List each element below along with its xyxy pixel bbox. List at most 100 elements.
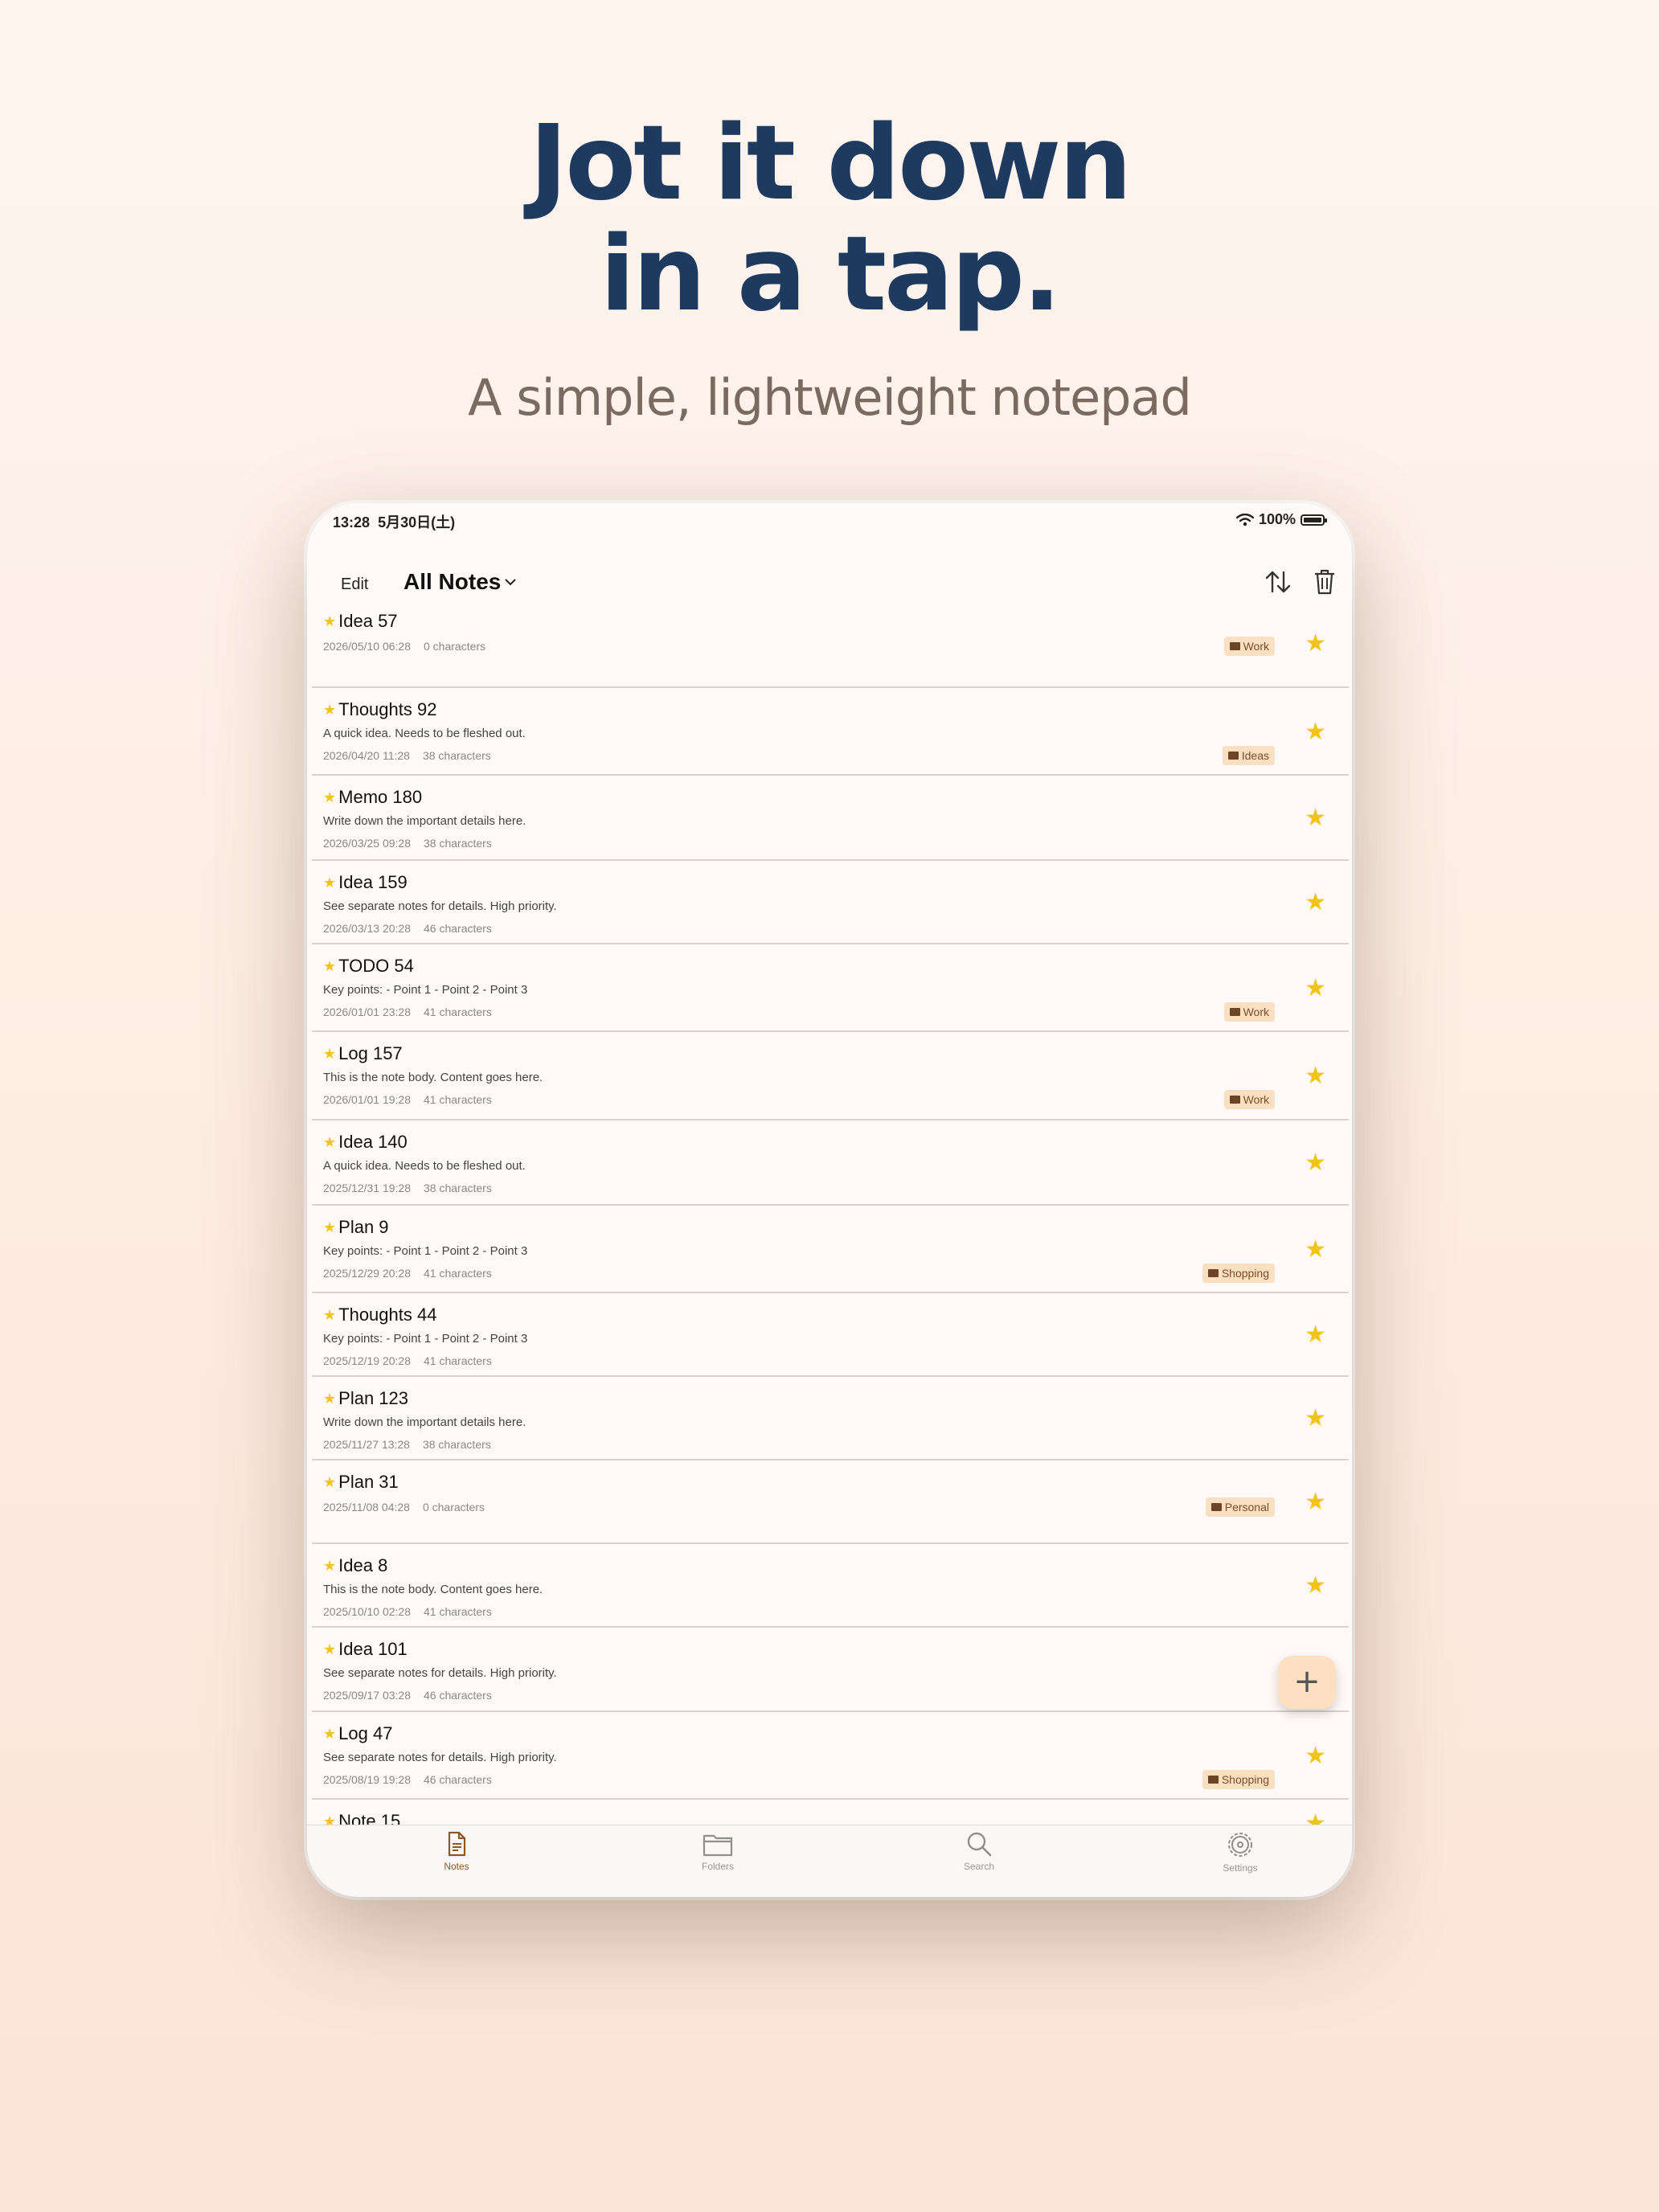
note-preview: Key points: - Point 1 - Point 2 - Point … <box>323 983 528 997</box>
status-clock: 13:28 <box>333 514 371 530</box>
edit-button[interactable]: Edit <box>341 576 368 594</box>
status-date: 5月30日(土) <box>378 514 456 530</box>
favorite-star-icon[interactable]: ★ <box>1305 1323 1326 1347</box>
note-date: 2026/01/01 19:28 <box>323 1093 411 1106</box>
note-row[interactable]: ★ TODO 54 Key points: - Point 1 - Point 2 … <box>312 944 1349 1032</box>
favorite-star-icon[interactable]: ★ <box>1305 720 1326 744</box>
trash-icon[interactable] <box>1312 567 1337 596</box>
favorite-star-icon[interactable]: ★ <box>1305 632 1326 656</box>
tab-label: Settings <box>1223 1862 1258 1874</box>
nav-title: All Notes <box>403 569 502 594</box>
note-preview: A quick idea. Needs to be fleshed out. <box>323 727 526 740</box>
note-preview: Key points: - Point 1 - Point 2 - Point … <box>323 1244 528 1258</box>
tab-folders[interactable]: Folders <box>670 1830 766 1872</box>
folder-icon <box>1210 1503 1222 1511</box>
tab-search[interactable]: Search <box>931 1830 1027 1872</box>
new-note-button[interactable]: + <box>1278 1656 1336 1709</box>
favorite-star-icon[interactable]: ★ <box>1305 1151 1326 1175</box>
tab-settings[interactable]: Settings <box>1192 1830 1288 1874</box>
note-char-count: 38 characters <box>424 837 492 850</box>
pinned-star-icon: ★ <box>323 612 337 629</box>
note-title-text: Idea 101 <box>338 1639 408 1659</box>
note-meta: 2026/01/01 19:28 41 characters <box>323 1093 492 1106</box>
pinned-star-icon: ★ <box>323 1557 337 1574</box>
favorite-star-icon[interactable]: ★ <box>1305 1490 1326 1514</box>
note-meta: 2026/05/10 06:28 0 characters <box>323 640 485 653</box>
note-row[interactable]: ★ Plan 31 2025/11/08 04:28 0 characters Pers… <box>312 1460 1349 1544</box>
note-title-text: Plan 9 <box>338 1217 389 1237</box>
status-bar: 13:28 5月30日(土) 100% <box>307 503 1352 542</box>
folder-tag-label: Work <box>1243 1093 1269 1106</box>
search-icon <box>931 1830 1027 1858</box>
headline-line-2: in a tap. <box>600 215 1061 334</box>
note-title: ★ Idea 159 <box>323 872 408 893</box>
subheadline: A simple, lightweight notepad <box>468 368 1192 427</box>
note-char-count: 0 characters <box>424 640 486 653</box>
tab-label: Notes <box>444 1861 469 1872</box>
note-row[interactable]: ★ Memo 180 Write down the important detail… <box>312 776 1349 861</box>
note-row[interactable]: ★ Thoughts 44 Key points: - Point 1 - Poin… <box>312 1293 1349 1377</box>
folder-tag: Shopping <box>1202 1770 1275 1789</box>
note-title: ★ Log 157 <box>323 1043 403 1064</box>
note-row[interactable]: ★ Thoughts 92 A quick idea. Needs to be fl… <box>312 688 1349 776</box>
note-meta: 2025/09/17 03:28 46 characters <box>323 1689 492 1702</box>
note-preview: Key points: - Point 1 - Point 2 - Point … <box>323 1332 528 1346</box>
nav-actions <box>1264 567 1337 596</box>
note-icon <box>408 1830 505 1858</box>
note-char-count: 38 characters <box>424 1182 492 1194</box>
folder-tag: Ideas <box>1222 746 1275 765</box>
note-row[interactable]: ★ Plan 9 Key points: - Point 1 - Point 2 -… <box>312 1206 1349 1293</box>
status-right: 100% <box>1235 511 1327 528</box>
note-title-text: Plan 123 <box>338 1388 408 1408</box>
folder-tag-label: Work <box>1243 640 1269 653</box>
note-date: 2025/11/27 13:28 <box>323 1438 410 1451</box>
tab-label: Folders <box>701 1861 734 1872</box>
note-meta: 2026/03/25 09:28 38 characters <box>323 837 492 850</box>
favorite-star-icon[interactable]: ★ <box>1305 1238 1326 1262</box>
folder-icon <box>1229 1008 1240 1016</box>
favorite-star-icon[interactable]: ★ <box>1305 1744 1326 1768</box>
note-title: ★ Thoughts 92 <box>323 699 436 720</box>
chevron-down-icon <box>505 579 517 586</box>
note-title: ★ Log 47 <box>323 1723 392 1744</box>
note-title-text: Log 157 <box>338 1043 403 1063</box>
favorite-star-icon[interactable]: ★ <box>1305 891 1326 915</box>
note-row[interactable]: ★ Idea 57 2026/05/10 06:28 0 characters Work… <box>312 600 1349 688</box>
battery-percent: 100% <box>1258 511 1296 527</box>
note-date: 2026/03/13 20:28 <box>323 922 411 935</box>
sort-icon[interactable] <box>1264 567 1292 596</box>
status-time: 13:28 5月30日(土) <box>333 511 455 532</box>
note-char-count: 46 characters <box>424 1689 492 1702</box>
note-char-count: 38 characters <box>422 749 491 762</box>
folder-tag: Personal <box>1205 1497 1275 1517</box>
note-preview: A quick idea. Needs to be fleshed out. <box>323 1159 526 1173</box>
note-title-text: Idea 57 <box>338 611 398 631</box>
note-row[interactable]: ★ Log 47 See separate notes for details. H… <box>312 1712 1349 1800</box>
note-row[interactable]: ★ Log 157 This is the note body. Content g… <box>312 1032 1349 1120</box>
favorite-star-icon[interactable]: ★ <box>1305 806 1326 830</box>
note-title-text: Idea 8 <box>338 1555 388 1575</box>
note-char-count: 38 characters <box>422 1438 491 1451</box>
note-row[interactable]: ★ Idea 8 This is the note body. Content go… <box>312 1544 1349 1628</box>
favorite-star-icon[interactable]: ★ <box>1305 977 1326 1001</box>
note-meta: 2025/12/31 19:28 38 characters <box>323 1182 492 1194</box>
favorite-star-icon[interactable]: ★ <box>1305 1574 1326 1598</box>
headline-line-1: Jot it down <box>529 104 1133 223</box>
note-row[interactable]: ★ Idea 159 See separate notes for details.… <box>312 861 1349 944</box>
note-meta: 2025/12/19 20:28 41 characters <box>323 1354 492 1367</box>
note-list: ★ Idea 57 2026/05/10 06:28 0 characters Work… <box>312 600 1349 1848</box>
note-meta: 2025/10/10 02:28 41 characters <box>323 1605 492 1618</box>
note-row[interactable]: ★ Plan 123 Write down the important detail… <box>312 1377 1349 1460</box>
favorite-star-icon[interactable]: ★ <box>1305 1064 1326 1088</box>
note-row[interactable]: ★ Idea 140 A quick idea. Needs to be flesh… <box>312 1120 1349 1206</box>
folder-tag-label: Ideas <box>1241 749 1269 762</box>
favorite-star-icon[interactable]: ★ <box>1305 1407 1326 1431</box>
tab-label: Search <box>963 1861 995 1872</box>
note-row[interactable]: ★ Idea 101 See separate notes for details.… <box>312 1628 1349 1712</box>
note-title: ★ Idea 8 <box>323 1555 387 1576</box>
note-date: 2025/12/19 20:28 <box>323 1354 411 1367</box>
note-preview: See separate notes for details. High pri… <box>323 1666 557 1680</box>
tab-notes[interactable]: Notes <box>408 1830 505 1872</box>
note-date: 2026/03/25 09:28 <box>323 837 411 850</box>
notes-filter-menu[interactable]: All Notes <box>403 569 517 595</box>
